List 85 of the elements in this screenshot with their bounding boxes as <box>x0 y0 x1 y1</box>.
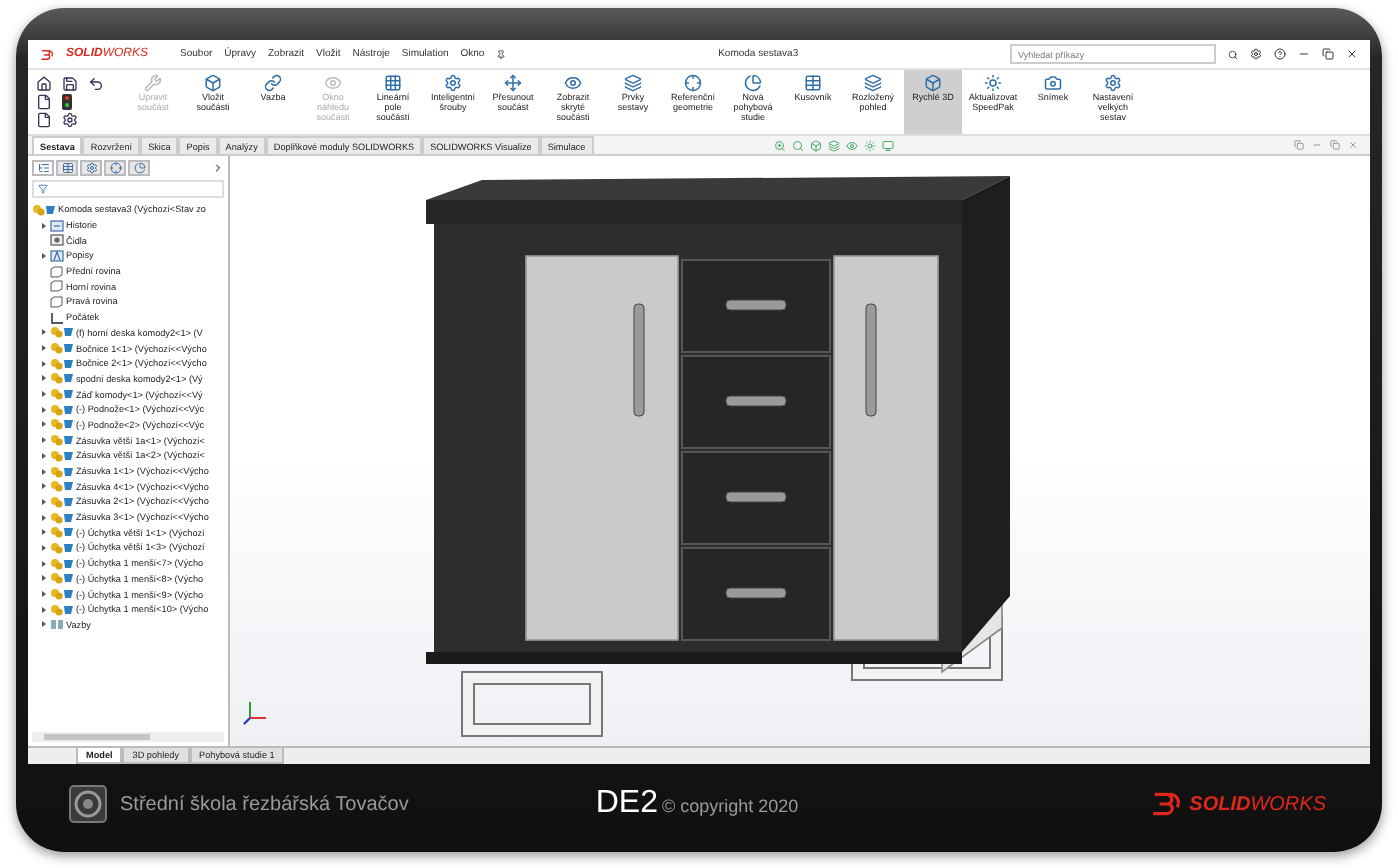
minimize-icon[interactable] <box>1298 48 1310 60</box>
link-icon <box>264 74 282 92</box>
caret-icon[interactable] <box>40 374 48 383</box>
cube-icon[interactable] <box>809 139 822 151</box>
ds-logo-icon <box>1149 788 1182 820</box>
eye-icon <box>564 74 582 92</box>
caret-icon[interactable] <box>40 620 48 629</box>
close-icon[interactable] <box>1346 48 1358 60</box>
panel-tab[interactable] <box>104 159 126 175</box>
table-icon <box>804 74 822 92</box>
copyright-text: © copyright 2020 <box>661 796 799 816</box>
caret-icon[interactable] <box>40 482 48 491</box>
cube-icon <box>204 74 222 92</box>
layers-icon <box>624 74 642 92</box>
settings-icon[interactable] <box>1250 48 1262 60</box>
caret-icon[interactable] <box>40 590 48 599</box>
pie-icon <box>133 161 145 173</box>
restore-icon[interactable] <box>1322 48 1334 60</box>
caret-icon[interactable] <box>40 405 48 414</box>
annotation-icon <box>50 249 64 262</box>
model-code: DE2 <box>595 786 658 822</box>
wrench-icon <box>144 74 162 92</box>
caret-icon[interactable] <box>40 513 48 522</box>
history-icon <box>50 219 64 232</box>
caret-icon[interactable] <box>40 605 48 614</box>
caret-icon[interactable] <box>40 344 48 353</box>
save-icon[interactable] <box>62 76 78 92</box>
caret-icon[interactable] <box>40 436 48 445</box>
monitor-icon[interactable] <box>881 139 894 151</box>
pin-icon[interactable] <box>496 49 507 59</box>
search-icon[interactable] <box>1228 49 1238 59</box>
chevron-icon[interactable] <box>212 161 224 173</box>
caret-icon[interactable] <box>40 420 48 429</box>
settings-icon[interactable] <box>62 112 78 128</box>
open-file-icon[interactable] <box>36 112 52 128</box>
brand-logo: SOLIDWORKS <box>1189 793 1326 815</box>
caret-icon[interactable] <box>40 574 48 583</box>
caret-icon[interactable] <box>40 543 48 552</box>
gear-icon <box>85 161 97 173</box>
filter-icon <box>38 184 48 194</box>
layers-icon[interactable] <box>827 139 840 151</box>
filter-field[interactable] <box>32 180 224 198</box>
eye-icon <box>324 74 342 92</box>
move-icon <box>504 74 522 92</box>
component-icon <box>32 203 56 216</box>
pie-icon <box>744 74 762 92</box>
panel-tab[interactable] <box>80 159 102 175</box>
zoom-icon[interactable] <box>773 139 786 151</box>
scrollbar[interactable] <box>32 732 224 742</box>
help-icon[interactable] <box>1274 48 1286 60</box>
mates-icon <box>50 618 64 631</box>
component-icon <box>50 326 74 339</box>
file-icon[interactable] <box>36 94 52 110</box>
caret-icon[interactable] <box>40 390 48 399</box>
caret-icon[interactable] <box>40 559 48 568</box>
home-icon[interactable] <box>36 76 52 92</box>
crosshair-icon <box>109 161 121 173</box>
gear-icon <box>1104 74 1122 92</box>
caret-icon[interactable] <box>40 328 48 337</box>
caret-icon[interactable] <box>40 451 48 460</box>
undo-icon[interactable] <box>88 76 104 92</box>
crosshair-icon <box>684 74 702 92</box>
grid-icon <box>384 74 402 92</box>
tree-icon <box>37 161 49 173</box>
caret-icon[interactable] <box>40 467 48 476</box>
ds-logo-icon <box>40 47 54 61</box>
sun-icon <box>984 74 1002 92</box>
axis-triad-icon <box>242 698 270 726</box>
panel-tab[interactable] <box>128 159 150 175</box>
gear-icon <box>444 74 462 92</box>
panel-tab[interactable] <box>56 159 78 175</box>
sensor-icon <box>50 234 64 247</box>
tile-icon[interactable] <box>1294 140 1304 150</box>
traffic-light-icon[interactable] <box>62 94 72 110</box>
school-name: Střední škola řezbářská Tovačov <box>120 793 409 815</box>
school-logo-icon <box>68 784 108 824</box>
cube-icon <box>924 74 942 92</box>
caret-icon[interactable] <box>40 497 48 506</box>
table-icon <box>61 161 73 173</box>
layers-icon <box>864 74 882 92</box>
panel-tab[interactable] <box>32 159 54 175</box>
camera-icon <box>1044 74 1062 92</box>
caret-icon[interactable] <box>40 359 48 368</box>
origin-icon <box>50 311 64 324</box>
caret-icon[interactable] <box>40 528 48 537</box>
